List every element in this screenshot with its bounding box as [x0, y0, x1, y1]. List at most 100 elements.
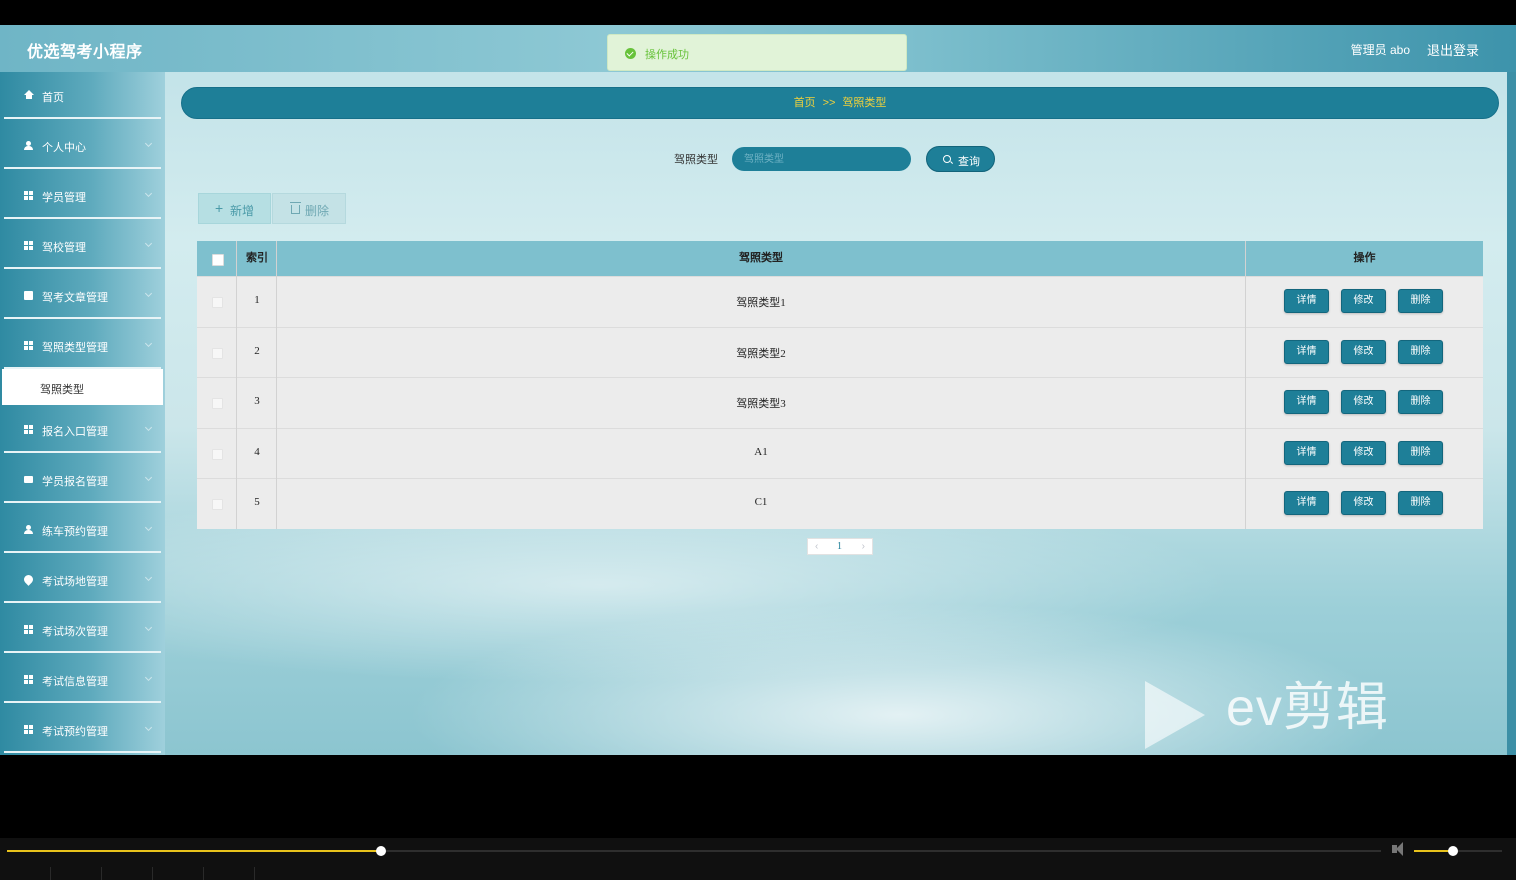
sidebar-item-10[interactable]: 考试场次管理 [4, 606, 161, 653]
submenu-item-license-type[interactable]: 驾照类型 [2, 369, 163, 405]
license-type-table: 索引 驾照类型 操作 1 驾照类型1 详情 修改 删除 2 驾照类型2 详情 修改 删除 3 驾照类型… [197, 241, 1483, 529]
detail-button[interactable]: 详情 [1284, 390, 1329, 415]
sidebar-item-5[interactable]: 驾照类型管理 [4, 322, 161, 369]
next-page-icon[interactable]: › [862, 541, 865, 552]
sidebar-item-6[interactable]: 报名入口管理 [4, 406, 161, 453]
sidebar-item-label: 考试场次管理 [42, 626, 108, 638]
delete-button-label: 删除 [305, 204, 330, 218]
edit-button[interactable]: 修改 [1341, 440, 1386, 465]
add-button[interactable]: + 新增 [198, 193, 271, 224]
detail-button[interactable]: 详情 [1284, 339, 1329, 364]
volume-handle[interactable] [1448, 846, 1458, 856]
sidebar-item-8[interactable]: 练车预约管理 [4, 506, 161, 553]
seek-handle[interactable] [376, 846, 386, 856]
seek-bar[interactable] [7, 850, 1381, 852]
grid-icon [24, 675, 33, 684]
row-delete-button[interactable]: 删除 [1398, 440, 1443, 465]
timeline-divider [203, 867, 204, 880]
trash-icon [290, 202, 301, 214]
delete-button[interactable]: 删除 [272, 193, 346, 224]
home-icon [24, 90, 34, 99]
sidebar-item-label: 考试信息管理 [42, 676, 108, 688]
grid-icon [24, 241, 33, 250]
volume-icon[interactable] [1392, 842, 1403, 856]
timeline-divider [50, 867, 51, 880]
sidebar-item-2[interactable]: 学员管理 [4, 172, 161, 219]
row-checkbox[interactable] [212, 499, 223, 511]
detail-button[interactable]: 详情 [1284, 491, 1329, 516]
sidebar-item-11[interactable]: 考试信息管理 [4, 656, 161, 703]
sidebar-item-label: 报名入口管理 [42, 426, 108, 438]
grid-icon [24, 725, 33, 734]
row-checkbox[interactable] [212, 398, 223, 410]
chevron-down-icon [144, 673, 153, 682]
breadcrumb-home[interactable]: 首页 [794, 97, 816, 109]
row-license-type: C1 [754, 496, 768, 509]
app-screen: 优选驾考小程序 管理员 abo 退出登录 操作成功 首页 个人中心 学员管理 驾校管理… [0, 25, 1516, 755]
grid-icon [24, 341, 33, 350]
search-label: 驾照类型 [674, 154, 718, 166]
row-license-type: 驾照类型3 [736, 398, 786, 411]
volume-level [1414, 850, 1450, 852]
row-checkbox[interactable] [212, 347, 223, 359]
row-delete-button[interactable]: 删除 [1398, 339, 1443, 364]
sidebar-item-7[interactable]: 学员报名管理 [4, 456, 161, 503]
table-row: 2 驾照类型2 详情 修改 删除 [197, 326, 1483, 377]
search-button[interactable]: 查询 [926, 146, 995, 172]
row-delete-button[interactable]: 删除 [1398, 289, 1443, 313]
edit-button[interactable]: 修改 [1341, 390, 1386, 415]
plus-icon: + [215, 200, 224, 216]
chevron-down-icon [144, 523, 153, 532]
sidebar-item-3[interactable]: 驾校管理 [4, 222, 161, 269]
chevron-down-icon [144, 139, 153, 148]
sidebar-item-0[interactable]: 首页 [4, 72, 161, 119]
row-checkbox[interactable] [212, 448, 223, 460]
table-header: 索引 驾照类型 操作 [197, 241, 1483, 276]
chevron-down-icon [144, 423, 153, 432]
select-all-checkbox[interactable] [212, 254, 224, 266]
grid-icon [24, 425, 33, 434]
grid-icon [24, 191, 33, 200]
submenu-item-label: 驾照类型 [40, 384, 84, 396]
table-row: 4 A1 详情 修改 删除 [197, 427, 1483, 478]
edit-button[interactable]: 修改 [1341, 289, 1386, 313]
sidebar-item-4[interactable]: 驾考文章管理 [4, 272, 161, 319]
row-license-type: A1 [754, 445, 768, 458]
toast-message: 操作成功 [645, 49, 689, 61]
sidebar-item-label: 驾照类型管理 [42, 342, 108, 354]
row-delete-button[interactable]: 删除 [1398, 491, 1443, 516]
sidebar-item-label: 考试场地管理 [42, 576, 108, 588]
chevron-down-icon [144, 723, 153, 732]
chevron-down-icon [144, 623, 153, 632]
column-header-type: 驾照类型 [739, 252, 783, 264]
table-row: 3 驾照类型3 详情 修改 删除 [197, 377, 1483, 427]
row-delete-button[interactable]: 删除 [1398, 390, 1443, 415]
chevron-down-icon [144, 339, 153, 348]
row-index: 1 [254, 294, 260, 306]
logout-link[interactable]: 退出登录 [1427, 40, 1479, 59]
edit-button[interactable]: 修改 [1341, 491, 1386, 516]
row-index: 4 [254, 445, 260, 458]
chevron-down-icon [144, 573, 153, 582]
pagination: ‹ 1 › [807, 538, 873, 555]
detail-button[interactable]: 详情 [1284, 289, 1329, 313]
clipboard-icon [24, 291, 33, 300]
volume-slider[interactable] [1414, 850, 1502, 852]
row-license-type: 驾照类型1 [736, 297, 786, 309]
sidebar-item-1[interactable]: 个人中心 [4, 122, 161, 169]
row-license-type: 驾照类型2 [736, 347, 786, 360]
sidebar-item-9[interactable]: 考试场地管理 [4, 556, 161, 603]
sidebar-item-12[interactable]: 考试预约管理 [4, 706, 161, 753]
watermark-text: ev剪辑 [1226, 679, 1389, 737]
prev-page-icon[interactable]: ‹ [815, 541, 818, 552]
row-checkbox[interactable] [212, 297, 223, 308]
video-player-controls [0, 838, 1516, 880]
admin-label: 管理员 abo [1350, 43, 1410, 57]
detail-button[interactable]: 详情 [1284, 440, 1329, 465]
page-number[interactable]: 1 [837, 541, 842, 552]
search-icon [943, 155, 951, 163]
chevron-down-icon [144, 189, 153, 198]
search-input[interactable] [732, 147, 911, 171]
seek-progress [7, 850, 378, 852]
edit-button[interactable]: 修改 [1341, 339, 1386, 364]
